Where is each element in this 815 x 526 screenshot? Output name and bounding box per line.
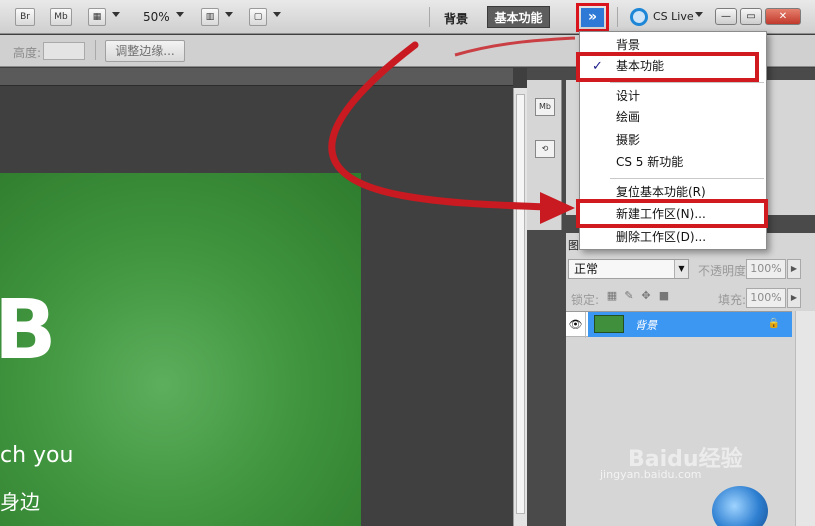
lock-transparent-icon[interactable]: ▦	[606, 290, 618, 302]
scrollbar-thumb[interactable]	[516, 94, 525, 514]
menu-item-label: 复位基本功能(R)	[616, 185, 706, 199]
arrange-documents-icon[interactable]: ▥	[201, 8, 219, 26]
document-canvas[interactable]: B ch you 身边	[0, 173, 361, 526]
menu-item-cs5-new-features[interactable]: CS 5 新功能	[580, 152, 766, 173]
layers-tab[interactable]: 图	[568, 237, 579, 253]
restore-button[interactable]: ▭	[740, 8, 762, 25]
chevron-down-icon: ▼	[674, 260, 688, 278]
layer-thumbnail	[594, 315, 624, 333]
menu-item-label: CS 5 新功能	[616, 155, 684, 169]
view-extras-dropdown-icon[interactable]	[112, 12, 120, 17]
opacity-input[interactable]: 100%	[746, 259, 786, 279]
blend-mode-select[interactable]: 正常 ▼	[568, 259, 689, 279]
collapsed-panel-strip: Mb ⟲	[527, 80, 562, 230]
eye-icon[interactable]: 👁	[566, 312, 586, 338]
document-vertical-scrollbar[interactable]	[513, 88, 527, 526]
screen-mode-icon[interactable]: ▢	[249, 8, 267, 26]
workspace-essentials-button[interactable]: 基本功能	[487, 6, 550, 28]
view-extras-icon[interactable]: ▦	[88, 8, 106, 26]
lock-image-icon[interactable]: ✎	[623, 290, 635, 302]
menu-item-painting[interactable]: 绘画	[580, 107, 766, 128]
menu-item-label: 绘画	[616, 110, 641, 124]
canvas-text-line-1: ch you	[0, 443, 74, 468]
more-workspaces-button[interactable]: »	[576, 3, 609, 32]
lock-icon: 🔒	[767, 318, 780, 329]
layer-row[interactable]: 👁 背景 🔒	[566, 311, 792, 338]
cs-live-icon[interactable]	[630, 8, 648, 26]
workspace-background-button[interactable]: 背景	[444, 10, 468, 27]
opacity-label: 不透明度:	[698, 264, 751, 278]
lock-label: 锁定:	[571, 293, 600, 307]
screen-mode-dropdown-icon[interactable]	[273, 12, 281, 17]
opacity-slider-arrow-icon[interactable]: ▶	[787, 259, 801, 279]
minimize-button[interactable]: —	[715, 8, 737, 25]
height-label: 高度:	[13, 46, 42, 60]
mini-bridge-button[interactable]: Mb	[50, 8, 72, 26]
menu-item-delete-workspace[interactable]: 删除工作区(D)...	[580, 227, 766, 248]
zoom-level[interactable]: 50%	[143, 10, 170, 24]
fill-slider-arrow-icon[interactable]: ▶	[787, 288, 801, 308]
layers-scrollbar[interactable]	[795, 311, 815, 526]
double-chevron-icon: »	[581, 8, 604, 27]
menu-item-label: 背景	[616, 38, 641, 52]
toolbar-divider	[617, 7, 618, 27]
watermark-url: jingyan.baidu.com	[600, 468, 702, 481]
lock-position-icon[interactable]: ✥	[640, 290, 652, 302]
menu-separator	[610, 178, 764, 179]
menu-item-design[interactable]: 设计	[580, 86, 766, 107]
cs-live-button[interactable]: CS Live	[653, 10, 694, 23]
history-panel-icon[interactable]: ⟲	[535, 140, 555, 158]
highlight-essentials-box	[576, 52, 759, 82]
bridge-button[interactable]: Br	[15, 8, 35, 26]
lock-all-icon[interactable]: ■	[658, 290, 670, 302]
refine-edge-button[interactable]: 调整边缘...	[105, 40, 185, 62]
document-area: B ch you 身边	[0, 68, 513, 526]
mini-bridge-panel-icon[interactable]: Mb	[535, 98, 555, 116]
application-bar: Br Mb ▦ 50% ▥ ▢ 背景 基本功能 » CS Live — ▭ ✕	[0, 0, 815, 34]
toolbar-divider	[429, 7, 430, 27]
layer-selection[interactable]: 背景 🔒	[588, 312, 792, 337]
blend-mode-value: 正常	[574, 262, 599, 276]
fill-label: 填充:	[718, 293, 747, 307]
highlight-new-workspace-box	[576, 199, 768, 228]
menu-item-label: 设计	[616, 89, 641, 103]
menu-item-photography[interactable]: 摄影	[580, 130, 766, 151]
menu-item-label: 删除工作区(D)...	[616, 230, 707, 244]
menu-separator	[610, 82, 764, 83]
canvas-text-line-2: 身边	[0, 490, 40, 514]
menu-item-label: 摄影	[616, 133, 641, 147]
fill-input[interactable]: 100%	[746, 288, 786, 308]
layer-name[interactable]: 背景	[635, 317, 657, 333]
arrange-dropdown-icon[interactable]	[225, 12, 233, 17]
document-tab-strip	[0, 68, 513, 86]
layers-panel: 图 正常 ▼ 不透明度: 100% ▶ 锁定: ▦ ✎ ✥ ■ 填充: 100%…	[566, 233, 815, 526]
canvas-big-letter: B	[0, 283, 57, 378]
height-input[interactable]	[43, 42, 85, 60]
close-button[interactable]: ✕	[765, 8, 801, 25]
cs-live-dropdown-icon[interactable]	[695, 12, 703, 17]
options-divider	[95, 40, 96, 60]
zoom-dropdown-icon[interactable]	[176, 12, 184, 17]
